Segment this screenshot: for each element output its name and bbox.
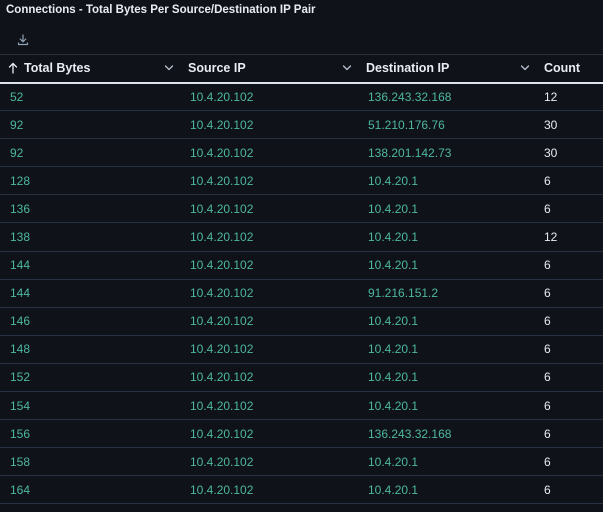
cell-destination-ip[interactable]: 10.4.20.1 [358, 335, 536, 363]
cell-count: 30 [544, 117, 558, 132]
column-label: Total Bytes [24, 61, 91, 76]
chevron-down-icon[interactable] [520, 64, 530, 72]
cell-destination-ip[interactable]: 10.4.20.1 [358, 251, 536, 279]
cell-total-bytes[interactable]: 92 [0, 139, 180, 167]
cell-total-bytes[interactable]: 158 [0, 448, 180, 476]
cell-destination-ip[interactable]: 10.4.20.1 [358, 167, 536, 195]
cell-count: 6 [544, 201, 551, 216]
cell-destination-ip[interactable]: 138.201.142.73 [358, 139, 536, 167]
cell-count: 6 [544, 426, 551, 441]
column-header-destination-ip[interactable]: Destination IP [358, 54, 536, 84]
table-row[interactable]: 156 10.4.20.102 136.243.32.168 6 [0, 420, 603, 448]
table-row[interactable]: 138 10.4.20.102 10.4.20.1 12 [0, 223, 603, 252]
cell-source-ip[interactable]: 10.4.20.102 [180, 251, 358, 279]
cell-source-ip[interactable]: 10.4.20.102 [180, 139, 358, 167]
cell-destination-ip[interactable]: 10.4.20.1 [358, 223, 536, 251]
cell-destination-ip[interactable]: 91.216.151.2 [358, 279, 536, 307]
cell-count: 6 [544, 482, 551, 497]
column-label: Source IP [188, 61, 246, 76]
cell-total-bytes[interactable]: 146 [0, 307, 180, 335]
chevron-down-icon[interactable] [342, 64, 352, 72]
cell-total-bytes[interactable]: 92 [0, 111, 180, 139]
cell-source-ip[interactable]: 10.4.20.102 [180, 83, 358, 111]
table-row[interactable]: 128 10.4.20.102 10.4.20.1 6 [0, 167, 603, 195]
column-header-source-ip[interactable]: Source IP [180, 54, 358, 84]
cell-source-ip[interactable]: 10.4.20.102 [180, 279, 358, 307]
column-label: Count [544, 61, 581, 76]
cell-source-ip[interactable]: 10.4.20.102 [180, 476, 358, 504]
cell-destination-ip[interactable]: 10.4.20.1 [358, 307, 536, 335]
table-row[interactable]: 152 10.4.20.102 10.4.20.1 6 [0, 363, 603, 392]
cell-total-bytes[interactable]: 154 [0, 392, 180, 420]
table-row[interactable]: 52 10.4.20.102 136.243.32.168 12 [0, 83, 603, 111]
cell-total-bytes[interactable]: 138 [0, 223, 180, 251]
cell-destination-ip[interactable]: 10.4.20.1 [358, 392, 536, 420]
column-header-count[interactable]: Count [536, 54, 603, 84]
cell-source-ip[interactable]: 10.4.20.102 [180, 195, 358, 223]
cell-source-ip[interactable]: 10.4.20.102 [180, 448, 358, 476]
table-row[interactable]: 92 10.4.20.102 138.201.142.73 30 [0, 139, 603, 167]
cell-count: 6 [544, 286, 551, 301]
cell-destination-ip[interactable]: 10.4.20.1 [358, 448, 536, 476]
cell-total-bytes[interactable]: 148 [0, 335, 180, 363]
cell-total-bytes[interactable]: 164 [0, 476, 180, 504]
table-row[interactable]: 136 10.4.20.102 10.4.20.1 6 [0, 195, 603, 223]
cell-destination-ip[interactable]: 10.4.20.1 [358, 195, 536, 223]
cell-total-bytes[interactable]: 152 [0, 363, 180, 391]
cell-source-ip[interactable]: 10.4.20.102 [180, 420, 358, 448]
cell-destination-ip[interactable]: 136.243.32.168 [358, 420, 536, 448]
cell-source-ip[interactable]: 10.4.20.102 [180, 223, 358, 251]
table-row[interactable]: 146 10.4.20.102 10.4.20.1 6 [0, 307, 603, 336]
cell-total-bytes[interactable]: 128 [0, 167, 180, 195]
cell-total-bytes[interactable]: 144 [0, 279, 180, 307]
cell-source-ip[interactable]: 10.4.20.102 [180, 111, 358, 139]
cell-count: 6 [544, 173, 551, 188]
cell-total-bytes[interactable]: 156 [0, 420, 180, 448]
cell-source-ip[interactable]: 10.4.20.102 [180, 307, 358, 335]
cell-destination-ip[interactable]: 10.4.20.1 [358, 363, 536, 391]
cell-count: 30 [544, 145, 558, 160]
table-row[interactable]: 164 10.4.20.102 10.4.20.1 6 [0, 476, 603, 504]
table-row[interactable]: 92 10.4.20.102 51.210.176.76 30 [0, 111, 603, 139]
table-row[interactable]: 144 10.4.20.102 10.4.20.1 6 [0, 251, 603, 280]
column-header-total-bytes[interactable]: Total Bytes [0, 54, 180, 84]
table-row[interactable]: 144 10.4.20.102 91.216.151.2 6 [0, 279, 603, 308]
connections-table: Total Bytes Source IP Destination IP Cou… [0, 54, 603, 504]
cell-total-bytes[interactable]: 136 [0, 195, 180, 223]
panel-title: Connections - Total Bytes Per Source/Des… [6, 4, 316, 16]
cell-destination-ip[interactable]: 51.210.176.76 [358, 111, 536, 139]
chevron-down-icon[interactable] [164, 64, 174, 72]
cell-count: 6 [544, 258, 551, 273]
cell-source-ip[interactable]: 10.4.20.102 [180, 335, 358, 363]
cell-total-bytes[interactable]: 52 [0, 83, 180, 111]
cell-count: 6 [544, 454, 551, 469]
cell-count: 6 [544, 370, 551, 385]
table-row[interactable]: 158 10.4.20.102 10.4.20.1 6 [0, 448, 603, 476]
cell-source-ip[interactable]: 10.4.20.102 [180, 363, 358, 391]
column-label: Destination IP [366, 61, 450, 76]
cell-count: 6 [544, 342, 551, 357]
table-header-row: Total Bytes Source IP Destination IP Cou… [0, 54, 603, 84]
cell-count: 12 [544, 89, 558, 104]
cell-destination-ip[interactable]: 136.243.32.168 [358, 83, 536, 111]
cell-destination-ip[interactable]: 10.4.20.1 [358, 476, 536, 504]
cell-count: 6 [544, 398, 551, 413]
cell-source-ip[interactable]: 10.4.20.102 [180, 392, 358, 420]
cell-total-bytes[interactable]: 144 [0, 251, 180, 279]
cell-count: 12 [544, 230, 558, 245]
arrow-up-icon[interactable] [8, 62, 18, 74]
download-icon[interactable] [14, 31, 32, 49]
table-row[interactable]: 154 10.4.20.102 10.4.20.1 6 [0, 392, 603, 420]
connections-panel: Connections - Total Bytes Per Source/Des… [0, 0, 603, 512]
cell-source-ip[interactable]: 10.4.20.102 [180, 167, 358, 195]
table-row[interactable]: 148 10.4.20.102 10.4.20.1 6 [0, 335, 603, 364]
cell-count: 6 [544, 314, 551, 329]
